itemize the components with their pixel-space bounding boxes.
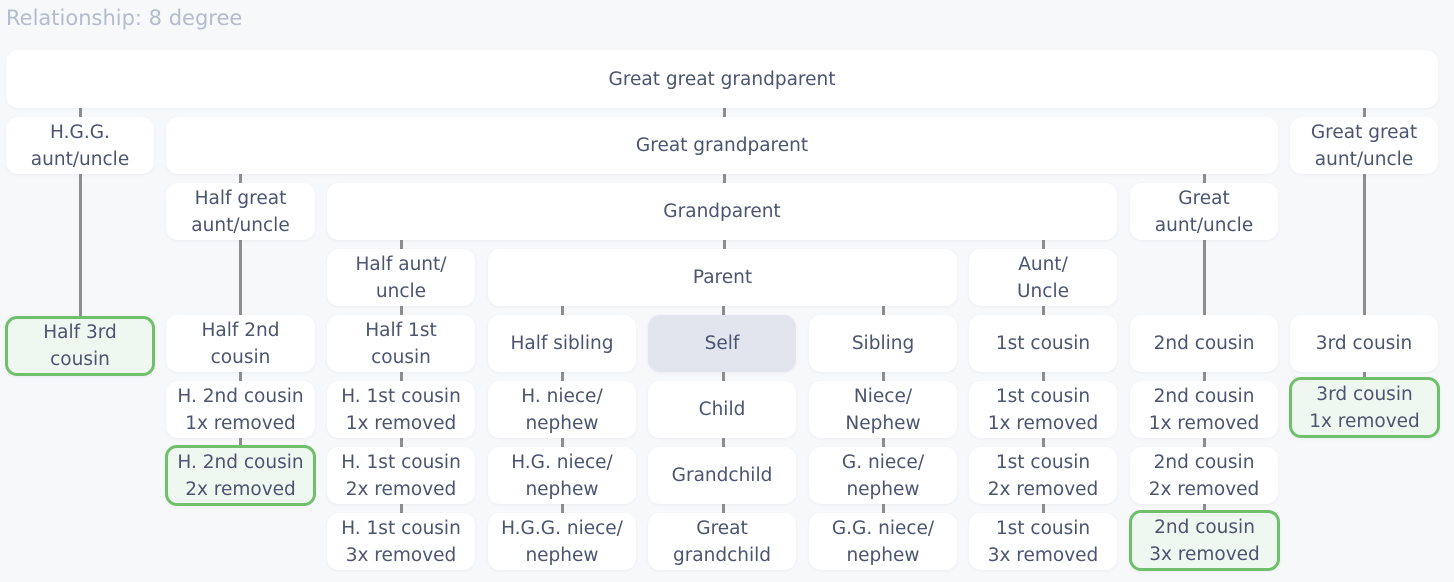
connector-line (1203, 240, 1206, 316)
node-h-1st-cousin-3x-removed[interactable]: H. 1st cousin 3x removed (327, 513, 475, 570)
node-half-2nd-cousin[interactable]: Half 2nd cousin (166, 315, 315, 372)
node-hgg-niece-nephew[interactable]: H.G.G. niece/ nephew (488, 513, 636, 570)
node-great-aunt-uncle[interactable]: Great aunt/uncle (1130, 183, 1278, 240)
node-aunt-uncle[interactable]: Aunt/ Uncle (969, 249, 1117, 306)
node-hg-niece-nephew[interactable]: H.G. niece/ nephew (488, 447, 636, 504)
node-3rd-cousin-1x-removed[interactable]: 3rd cousin 1x removed (1289, 377, 1440, 438)
node-h-2nd-cousin-1x-removed[interactable]: H. 2nd cousin 1x removed (166, 381, 315, 438)
node-1st-cousin-1x-removed[interactable]: 1st cousin 1x removed (969, 381, 1117, 438)
node-h-1st-cousin-2x-removed[interactable]: H. 1st cousin 2x removed (327, 447, 475, 504)
node-sibling[interactable]: Sibling (809, 315, 957, 372)
node-1st-cousin[interactable]: 1st cousin (969, 315, 1117, 372)
node-half-1st-cousin[interactable]: Half 1st cousin (327, 315, 475, 372)
node-2nd-cousin-1x-removed[interactable]: 2nd cousin 1x removed (1130, 381, 1278, 438)
node-great-grandchild[interactable]: Great grandchild (648, 513, 796, 570)
node-3rd-cousin[interactable]: 3rd cousin (1290, 315, 1438, 372)
node-half-aunt-uncle[interactable]: Half aunt/ uncle (327, 249, 475, 306)
node-1st-cousin-2x-removed[interactable]: 1st cousin 2x removed (969, 447, 1117, 504)
node-2nd-cousin-2x-removed[interactable]: 2nd cousin 2x removed (1130, 447, 1278, 504)
node-great-great-aunt-uncle[interactable]: Great great aunt/uncle (1290, 117, 1438, 174)
node-self[interactable]: Self (648, 315, 796, 372)
node-g-niece-nephew[interactable]: G. niece/ nephew (809, 447, 957, 504)
node-gg-niece-nephew[interactable]: G.G. niece/ nephew (809, 513, 957, 570)
node-2nd-cousin-3x-removed[interactable]: 2nd cousin 3x removed (1129, 510, 1280, 571)
node-niece-nephew[interactable]: Niece/ Nephew (809, 381, 957, 438)
node-grandparent[interactable]: Grandparent (327, 183, 1117, 240)
relationship-degree-title: Relationship: 8 degree (6, 6, 243, 30)
node-child[interactable]: Child (648, 381, 796, 438)
node-half-great-aunt-uncle[interactable]: Half great aunt/uncle (166, 183, 315, 240)
node-half-3rd-cousin[interactable]: Half 3rd cousin (5, 316, 155, 376)
node-2nd-cousin[interactable]: 2nd cousin (1130, 315, 1278, 372)
node-h-niece-nephew[interactable]: H. niece/ nephew (488, 381, 636, 438)
connector-line (1363, 174, 1366, 318)
node-grandchild[interactable]: Grandchild (648, 447, 796, 504)
node-hgg-aunt-uncle[interactable]: H.G.G. aunt/uncle (6, 117, 154, 174)
node-1st-cousin-3x-removed[interactable]: 1st cousin 3x removed (969, 513, 1117, 570)
connector-line (79, 174, 82, 318)
node-parent[interactable]: Parent (488, 249, 957, 306)
connector-line (239, 240, 242, 316)
node-h-2nd-cousin-2x-removed[interactable]: H. 2nd cousin 2x removed (165, 445, 316, 506)
node-half-sibling[interactable]: Half sibling (488, 315, 636, 372)
node-h-1st-cousin-1x-removed[interactable]: H. 1st cousin 1x removed (327, 381, 475, 438)
node-great-grandparent[interactable]: Great grandparent (166, 117, 1278, 174)
node-great-great-grandparent[interactable]: Great great grandparent (6, 50, 1438, 108)
